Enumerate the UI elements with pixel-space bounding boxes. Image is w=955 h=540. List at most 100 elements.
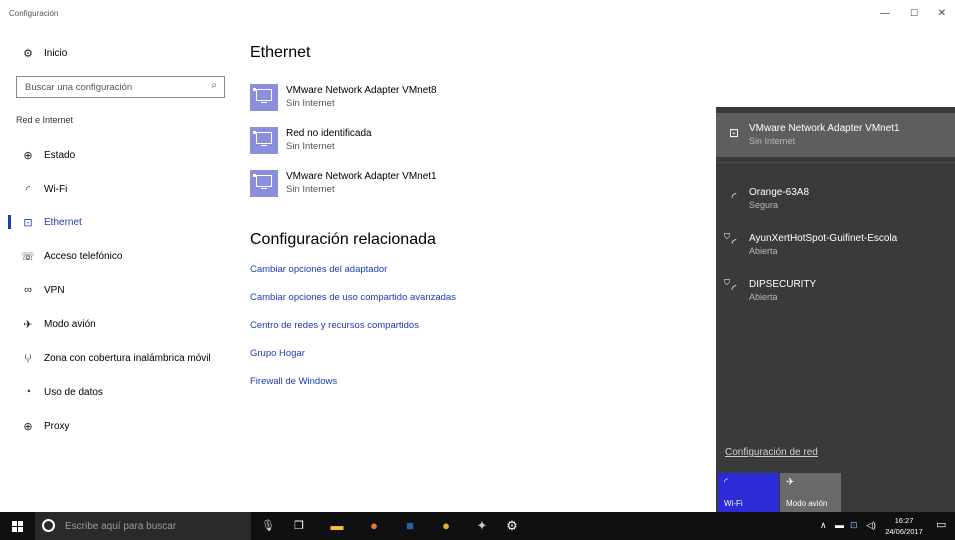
hotspot-icon: ⁽ᵢ⁾ bbox=[24, 352, 32, 365]
network-status: Segura bbox=[749, 200, 779, 210]
chrome-icon[interactable]: ● bbox=[436, 516, 456, 536]
adapter-name: Red no identificada bbox=[286, 128, 372, 139]
wifi-icon: ◜ bbox=[724, 477, 728, 488]
airplane-icon: ✈ bbox=[23, 318, 33, 331]
adapter-item[interactable]: VMware Network Adapter VMnet1 Sin Intern… bbox=[250, 168, 550, 200]
sidebar-item-label: Proxy bbox=[44, 420, 70, 432]
sidebar-item-label: Inicio bbox=[44, 47, 68, 59]
minimize-button[interactable]: — bbox=[878, 8, 892, 19]
wifi-open-icon: ⛉ ◜ bbox=[724, 278, 737, 296]
ethernet-icon: ⊡ bbox=[23, 216, 33, 229]
gear-icon: ⚙ bbox=[23, 47, 33, 60]
word-icon[interactable]: ■ bbox=[400, 516, 420, 536]
sidebar-item-wifi[interactable]: ◜ Wi-Fi bbox=[0, 178, 235, 200]
adapter-status: Sin Internet bbox=[286, 184, 335, 195]
file-explorer-icon[interactable]: ▬ bbox=[327, 516, 347, 536]
taskbar-search[interactable] bbox=[35, 512, 251, 540]
page-title: Ethernet bbox=[250, 44, 311, 61]
status-icon: ⊕ bbox=[23, 149, 33, 162]
sidebar-item-zona-cobertura[interactable]: ⁽ᵢ⁾ Zona con cobertura inalámbrica móvil bbox=[0, 347, 235, 369]
link-network-sharing-center[interactable]: Centro de redes y recursos compartidos bbox=[250, 320, 419, 331]
chevron-up-icon[interactable]: ∧ bbox=[820, 520, 827, 531]
cortana-icon bbox=[42, 519, 55, 532]
close-button[interactable]: ✕ bbox=[935, 8, 949, 19]
active-indicator bbox=[8, 215, 11, 229]
battery-icon[interactable]: ▬ bbox=[835, 520, 844, 530]
proxy-icon: ⊕ bbox=[23, 420, 33, 433]
network-name: Orange-63A8 bbox=[749, 187, 810, 198]
sidebar-item-uso-datos[interactable]: ◔ Uso de datos bbox=[0, 381, 235, 403]
network-item-ayunxert[interactable]: ⛉ ◜ AyunXertHotSpot-Guifinet-Escola Abier… bbox=[716, 223, 955, 267]
sidebar-item-label: Acceso telefónico bbox=[44, 250, 123, 262]
shield-icon: ⛉ bbox=[724, 232, 730, 241]
sidebar-item-label: Estado bbox=[44, 149, 76, 161]
airplane-icon: ✈ bbox=[786, 477, 795, 488]
shield-icon: ⛉ bbox=[724, 278, 730, 287]
divider bbox=[716, 162, 955, 163]
vpn-icon: ∞ bbox=[24, 284, 32, 296]
search-box[interactable]: ⌕ bbox=[16, 76, 225, 98]
start-button[interactable] bbox=[0, 512, 34, 540]
firefox-icon[interactable]: ● bbox=[364, 516, 384, 536]
title-bar: Configuración — ☐ ✕ bbox=[0, 0, 955, 32]
adapter-status: Sin Internet bbox=[286, 141, 335, 152]
sidebar-item-proxy[interactable]: ⊕ Proxy bbox=[0, 415, 235, 437]
sidebar-item-label: Modo avión bbox=[44, 318, 96, 330]
network-status: Sin Internet bbox=[749, 136, 796, 146]
sidebar-item-home[interactable]: ⚙ Inicio bbox=[0, 42, 235, 64]
taskbar: 🎙 ❐ ▬ ● ■ ● ✦ ⚙ ∧ ▬ ⊡ ◁) 16:27 24/06/201… bbox=[0, 512, 955, 540]
airplane-mode-tile[interactable]: ✈ Modo avión bbox=[780, 473, 841, 512]
link-advanced-sharing[interactable]: Cambiar opciones de uso compartido avanz… bbox=[250, 292, 456, 303]
sidebar-item-label: Ethernet bbox=[44, 216, 82, 228]
windows-logo-icon bbox=[12, 521, 23, 532]
sidebar-item-estado[interactable]: ⊕ Estado bbox=[0, 144, 235, 166]
maximize-button[interactable]: ☐ bbox=[907, 8, 921, 19]
clock-time: 16:27 bbox=[894, 516, 914, 525]
network-tray-icon[interactable]: ⊡ bbox=[850, 520, 858, 531]
network-item-orange[interactable]: ◜ Orange-63A8 Segura bbox=[716, 177, 955, 221]
wifi-icon: ◜ bbox=[731, 190, 737, 204]
ethernet-adapter-icon bbox=[250, 170, 278, 197]
network-item-dipsecurity[interactable]: ⛉ ◜ DIPSECURITY Abierta bbox=[716, 269, 955, 313]
clock-date: 24/06/2017 bbox=[885, 527, 923, 536]
network-item-vmnet1[interactable]: ⊡ VMware Network Adapter VMnet1 Sin Inte… bbox=[716, 113, 955, 157]
section-label: Red e Internet bbox=[16, 115, 74, 125]
microphone-icon[interactable]: 🎙 bbox=[258, 516, 278, 536]
sidebar-item-label: VPN bbox=[44, 284, 65, 296]
sidebar-item-label: Uso de datos bbox=[44, 386, 103, 398]
sidebar: ⚙ Inicio ⌕ Red e Internet ⊕ Estado ◜ Wi-… bbox=[0, 32, 235, 512]
sidebar-item-vpn[interactable]: ∞ VPN bbox=[0, 279, 235, 301]
network-app-icon[interactable]: ✦ bbox=[472, 516, 492, 536]
network-name: DIPSECURITY bbox=[749, 279, 817, 290]
tile-label: Modo avión bbox=[786, 499, 828, 508]
taskbar-search-input[interactable] bbox=[65, 518, 245, 534]
link-windows-firewall[interactable]: Firewall de Windows bbox=[250, 376, 337, 387]
notification-icon[interactable]: ▭ bbox=[936, 518, 946, 531]
adapter-item[interactable]: Red no identificada Sin Internet bbox=[250, 125, 550, 157]
link-change-adapter-options[interactable]: Cambiar opciones del adaptador bbox=[250, 264, 387, 275]
network-settings-link[interactable]: Configuración de red bbox=[725, 447, 818, 458]
ethernet-adapter-icon bbox=[250, 84, 278, 111]
system-clock[interactable]: 16:27 24/06/2017 bbox=[884, 515, 924, 537]
task-view-icon[interactable]: ❐ bbox=[289, 516, 309, 536]
link-homegroup[interactable]: Grupo Hogar bbox=[250, 348, 305, 359]
sidebar-item-ethernet[interactable]: ⊡ Ethernet bbox=[0, 211, 235, 233]
network-name: VMware Network Adapter VMnet1 bbox=[749, 123, 900, 134]
search-input[interactable] bbox=[25, 77, 205, 98]
search-icon[interactable]: ⌕ bbox=[211, 80, 217, 91]
adapter-name: VMware Network Adapter VMnet1 bbox=[286, 171, 437, 182]
sidebar-item-modo-avion[interactable]: ✈ Modo avión bbox=[0, 313, 235, 335]
network-name: AyunXertHotSpot-Guifinet-Escola bbox=[749, 233, 898, 244]
wifi-toggle-tile[interactable]: ◜ Wi-Fi bbox=[718, 473, 779, 512]
settings-icon[interactable]: ⚙ bbox=[502, 516, 522, 536]
adapter-item[interactable]: VMware Network Adapter VMnet8 Sin Intern… bbox=[250, 82, 550, 114]
related-settings-title: Configuración relacionada bbox=[250, 231, 436, 248]
adapter-name: VMware Network Adapter VMnet8 bbox=[286, 85, 437, 96]
data-usage-icon: ◔ bbox=[24, 386, 32, 398]
network-status: Abierta bbox=[749, 246, 778, 256]
sidebar-item-acceso-telefonico[interactable]: ☏ Acceso telefónico bbox=[0, 245, 235, 267]
tile-label: Wi-Fi bbox=[724, 499, 743, 508]
window-title: Configuración bbox=[9, 9, 59, 18]
ethernet-icon: ⊡ bbox=[728, 126, 740, 140]
volume-icon[interactable]: ◁) bbox=[866, 520, 876, 531]
